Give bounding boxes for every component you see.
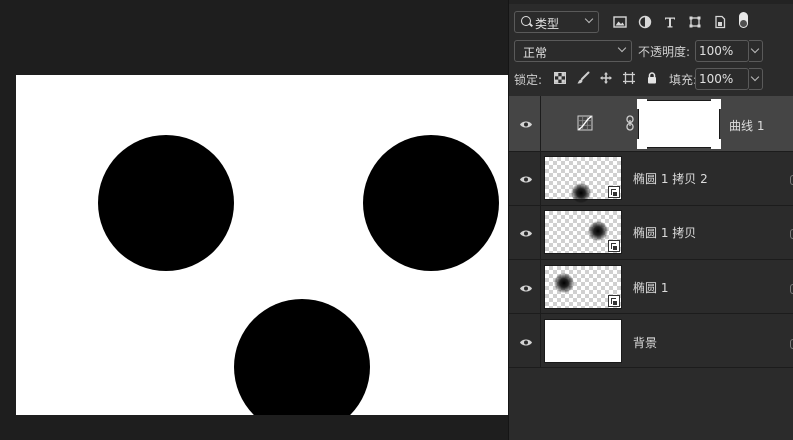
eye-icon[interactable] (519, 284, 533, 293)
lock-artboard-icon[interactable] (622, 71, 636, 85)
layer-thumbnail[interactable] (544, 156, 622, 203)
layer-thumbnail[interactable] (544, 319, 622, 363)
thumbnail-ellipse (554, 273, 574, 293)
shape-icon[interactable] (688, 15, 702, 29)
eye-icon[interactable] (519, 229, 533, 238)
layer-name[interactable]: 椭圆 1 (633, 279, 668, 296)
opacity-value: 100% (699, 44, 734, 58)
layers-panel: 类型 正常 不透明度: 100% 锁定: 填充: 100% 曲线 1 椭圆 1 … (508, 0, 793, 440)
layer-thumbnail[interactable] (544, 210, 622, 254)
smart-object-badge-icon (608, 295, 620, 307)
thumbnail-ellipse (588, 221, 608, 241)
mask-selected-frame (637, 99, 721, 149)
lock-all-icon[interactable] (645, 71, 659, 85)
document-canvas[interactable] (16, 75, 508, 415)
blend-opacity-row: 正常 不透明度: 100% (509, 38, 793, 64)
layer-name[interactable]: 椭圆 1 拷贝 2 (633, 170, 708, 187)
chevron-down-icon (586, 16, 593, 23)
ellipse-shape-bottom[interactable] (234, 299, 370, 415)
smart-object-badge-icon (608, 240, 620, 252)
eye-icon[interactable] (519, 175, 533, 184)
layer-thumbnail[interactable] (544, 265, 622, 309)
link-chain-icon[interactable] (625, 115, 635, 131)
layer-row-background[interactable]: 背景 (509, 314, 793, 368)
filter-kind-dropdown[interactable]: 类型 (514, 11, 599, 33)
lock-label: 锁定: (514, 73, 543, 87)
filter-icon-group (613, 12, 727, 32)
opacity-dropdown-chevron-icon[interactable] (749, 40, 763, 62)
fill-value: 100% (699, 72, 734, 86)
layer-row-ellipse-copy[interactable]: 椭圆 1 拷贝 (509, 206, 793, 260)
eye-icon[interactable] (519, 120, 533, 129)
ellipse-shape-left[interactable] (98, 135, 234, 271)
opacity-label: 不透明度: (638, 45, 691, 59)
lock-transparent-icon[interactable] (553, 71, 567, 85)
fill-dropdown-chevron-icon[interactable] (749, 68, 763, 90)
document-workspace (0, 0, 508, 440)
filter-kind-label: 类型 (535, 17, 560, 31)
layer-name[interactable]: 椭圆 1 拷贝 (633, 224, 696, 241)
smart-object-badge-icon (608, 186, 620, 198)
layer-list: 曲线 1 椭圆 1 拷贝 2 椭圆 1 拷贝 椭圆 1 背景 (509, 96, 793, 440)
layer-row-ellipse[interactable]: 椭圆 1 (509, 260, 793, 314)
chevron-down-icon (619, 45, 626, 52)
lock-fill-row: 锁定: 填充: 100% (509, 66, 793, 92)
curves-adjustment-icon[interactable] (577, 115, 593, 131)
ellipse-shape-right[interactable] (363, 135, 499, 271)
thumbnail-ellipse (571, 183, 591, 203)
panel-tab-strip (509, 0, 793, 4)
layer-name[interactable]: 背景 (633, 334, 657, 351)
filter-toggle-switch[interactable] (739, 12, 748, 28)
eye-icon[interactable] (519, 338, 533, 347)
blend-mode-value: 正常 (523, 46, 548, 60)
lock-position-icon[interactable] (599, 71, 613, 85)
lock-image-icon[interactable] (576, 71, 590, 85)
layer-filter-row: 类型 (509, 8, 793, 36)
image-icon[interactable] (613, 15, 627, 29)
opacity-input[interactable]: 100% (695, 40, 749, 62)
fill-input[interactable]: 100% (695, 68, 749, 90)
search-icon (521, 16, 531, 26)
blend-mode-dropdown[interactable]: 正常 (514, 40, 632, 62)
lock-icon-group (553, 71, 659, 85)
layer-name[interactable]: 曲线 1 (729, 117, 764, 134)
type-icon[interactable] (663, 15, 677, 29)
layer-row-curves[interactable]: 曲线 1 (509, 96, 793, 152)
layer-row-ellipse-copy-2[interactable]: 椭圆 1 拷贝 2 (509, 152, 793, 206)
fill-label: 填充: (669, 73, 698, 87)
adjustment-icon[interactable] (638, 15, 652, 29)
layer-mask-thumbnail[interactable] (637, 99, 721, 149)
smart-object-icon[interactable] (713, 15, 727, 29)
